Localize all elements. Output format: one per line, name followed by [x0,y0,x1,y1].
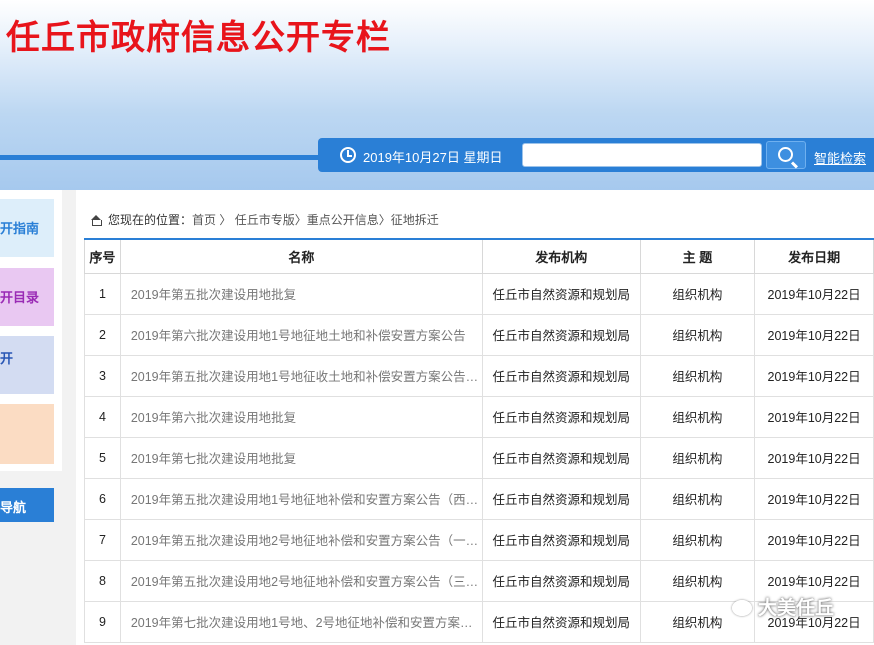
cell-org: 任丘市自然资源和规划局 [481,518,641,561]
cell-org: 任丘市自然资源和规划局 [481,436,641,479]
table-row[interactable]: 3 2019年第五批次建设用地1号地征收土地和补偿安置方案公告（… 任丘市自然资源和… [84,354,874,397]
breadcrumb-special[interactable]: 任丘市专版 [235,213,295,227]
cell-org: 任丘市自然资源和规划局 [481,477,641,520]
cell-date: 2019年10月22日 [754,518,874,561]
page-header: 任丘市政府信息公开专栏 2019年10月27日 星期日 智能检索 [0,0,874,190]
search-icon [778,147,793,162]
table-header-row: 序号 名称 发布机构 主 题 发布日期 [84,238,874,274]
header-toolbar: 2019年10月27日 星期日 智能检索 [318,138,874,172]
cell-number: 4 [84,395,121,438]
breadcrumb-key-info[interactable]: 重点公开信息 [307,213,379,227]
cell-number: 7 [84,518,121,561]
cell-topic: 组织机构 [639,518,756,561]
table-body: 1 2019年第五批次建设用地批复 任丘市自然资源和规划局 组织机构 2019年10月2… [84,272,874,643]
current-date: 2019年10月27日 星期日 [363,150,503,165]
table-row[interactable]: 5 2019年第七批次建设用地批复 任丘市自然资源和规划局 组织机构 2019年10月2… [84,436,874,479]
table-row[interactable]: 6 2019年第五批次建设用地1号地征地补偿和安置方案公告（西凉… 任丘市自然资源和… [84,477,874,520]
cell-org: 任丘市自然资源和规划局 [481,395,641,438]
breadcrumb-separator: 〉 [294,213,307,227]
cell-date: 2019年10月22日 [754,477,874,520]
cell-name-link[interactable]: 2019年第五批次建设用地1号地征地补偿和安置方案公告（西凉… [119,477,483,520]
cell-name-link[interactable]: 2019年第五批次建设用地2号地征地补偿和安置方案公告（一街… [119,518,483,561]
cell-date: 2019年10月22日 [754,395,874,438]
clock-icon [340,147,356,163]
breadcrumb-separator: 〉 [378,213,391,227]
cell-number: 6 [84,477,121,520]
table-row[interactable]: 4 2019年第六批次建设用地批复 任丘市自然资源和规划局 组织机构 2019年10月2… [84,395,874,438]
cell-topic: 组织机构 [639,395,756,438]
sidebar-item-guide[interactable]: 开指南 [0,199,54,257]
breadcrumb-prefix: 您现在的位置： [108,213,193,227]
cell-number: 1 [84,272,121,315]
col-header-name: 名称 [119,238,483,274]
col-header-org: 发布机构 [481,238,641,274]
watermark: 大美任丘 [732,593,834,620]
sidebar-item-extra[interactable] [0,404,54,464]
col-header-topic: 主 题 [639,238,756,274]
home-icon [90,215,102,226]
cell-date: 2019年10月22日 [754,313,874,356]
wechat-icon [732,600,752,616]
cell-org: 任丘市自然资源和规划局 [481,313,641,356]
cell-name-link[interactable]: 2019年第五批次建设用地1号地征收土地和补偿安置方案公告（… [119,354,483,397]
breadcrumb-home[interactable]: 首页 [192,213,216,227]
cell-number: 9 [84,600,121,643]
cell-topic: 组织机构 [639,477,756,520]
breadcrumb: 您现在的位置：首页 〉 任丘市专版〉重点公开信息〉征地拆迁 [90,211,439,228]
cell-date: 2019年10月22日 [754,272,874,315]
watermark-text: 大美任丘 [758,598,835,619]
sidebar-nav-button[interactable]: 导航 [0,488,54,522]
search-button[interactable] [766,141,806,169]
cell-name-link[interactable]: 2019年第六批次建设用地1号地征地土地和补偿安置方案公告 [119,313,483,356]
cell-number: 3 [84,354,121,397]
breadcrumb-current[interactable]: 征地拆迁 [391,213,439,227]
cell-topic: 组织机构 [639,436,756,479]
cell-org: 任丘市自然资源和规划局 [481,354,641,397]
cell-date: 2019年10月22日 [754,436,874,479]
col-header-number: 序号 [84,238,121,274]
col-header-date: 发布日期 [754,238,874,274]
table-row[interactable]: 1 2019年第五批次建设用地批复 任丘市自然资源和规划局 组织机构 2019年10月2… [84,272,874,315]
main-content: 您现在的位置：首页 〉 任丘市专版〉重点公开信息〉征地拆迁 序号 名称 发布机构… [76,190,874,645]
cell-org: 任丘市自然资源和规划局 [481,559,641,602]
cell-name-link[interactable]: 2019年第六批次建设用地批复 [119,395,483,438]
left-sidebar: 开指南 开目录 开 [0,190,62,471]
cell-name-link[interactable]: 2019年第五批次建设用地2号地征地补偿和安置方案公告（三街… [119,559,483,602]
cell-org: 任丘市自然资源和规划局 [481,272,641,315]
cell-number: 8 [84,559,121,602]
cell-number: 5 [84,436,121,479]
cell-date: 2019年10月22日 [754,354,874,397]
site-title: 任丘市政府信息公开专栏 [6,18,391,58]
cell-topic: 组织机构 [639,313,756,356]
cell-name-link[interactable]: 2019年第七批次建设用地批复 [119,436,483,479]
cell-topic: 组织机构 [639,272,756,315]
table-row[interactable]: 7 2019年第五批次建设用地2号地征地补偿和安置方案公告（一街… 任丘市自然资源和… [84,518,874,561]
smart-search-link[interactable]: 智能检索 [814,148,866,167]
cell-topic: 组织机构 [639,354,756,397]
sidebar-item-catalog[interactable]: 开目录 [0,268,54,326]
cell-name-link[interactable]: 2019年第七批次建设用地1号地、2号地征地补偿和安置方案公告 [119,600,483,643]
search-input[interactable] [522,143,762,167]
table-row[interactable]: 2 2019年第六批次建设用地1号地征地土地和补偿安置方案公告 任丘市自然资源和规划… [84,313,874,356]
sidebar-item-disclosure[interactable]: 开 [0,336,54,394]
cell-org: 任丘市自然资源和规划局 [481,600,641,643]
header-divider [0,155,330,160]
breadcrumb-separator: 〉 [216,213,232,227]
info-table: 序号 名称 发布机构 主 题 发布日期 1 2019年第五批次建设用地批复 任丘市自… [84,238,874,643]
cell-name-link[interactable]: 2019年第五批次建设用地批复 [119,272,483,315]
cell-number: 2 [84,313,121,356]
